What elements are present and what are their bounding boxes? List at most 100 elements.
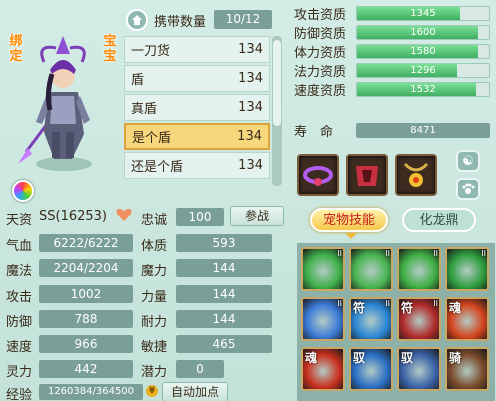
aptitude-bar: 1532 <box>356 81 490 97</box>
pet-figure-image <box>18 36 92 171</box>
aptitude-label: 速度资质 <box>294 83 347 99</box>
hp-label: 气血 <box>6 239 33 254</box>
lifespan-row: 寿 命 8471 <box>294 121 494 140</box>
pet-name: 真盾 <box>131 102 158 117</box>
pet-list: 一刀货 134 盾 134 真盾 134 是个盾 134 还是个盾 134 <box>124 36 270 181</box>
pet-level: 134 <box>238 100 263 115</box>
lifespan-value: 8471 <box>410 124 436 136</box>
tab-dragon-cauldron[interactable]: 化龙鼎 <box>402 208 476 232</box>
skill-glyph: 符 <box>353 301 366 315</box>
aptitude-value: 1345 <box>410 7 436 19</box>
aptitude-row: 速度资质 1532 <box>294 80 494 99</box>
exp-label: 经验 <box>6 388 33 401</box>
pet-list-item[interactable]: 盾 134 <box>124 65 270 92</box>
pet-skill-icon[interactable]: 驭 <box>397 347 441 391</box>
aptitude-value: 1600 <box>410 26 436 38</box>
skill-glyph: 魂 <box>449 301 462 315</box>
potential-value: 0 <box>176 360 224 378</box>
pet-skill-icon[interactable]: 驭 <box>349 347 393 391</box>
strength-value: 144 <box>176 285 272 303</box>
pet-skill-icon[interactable]: II <box>349 247 393 291</box>
endurance-label: 耐力 <box>141 315 168 330</box>
aptitude-row: 攻击资质 1345 <box>294 4 494 23</box>
home-icon[interactable] <box>126 9 148 31</box>
paw-icon[interactable] <box>456 178 480 200</box>
carry-count-label: 携带数量 <box>154 15 207 30</box>
pet-skill-icon[interactable]: 魂 <box>445 297 489 341</box>
loyalty-label: 忠诚 <box>141 213 168 228</box>
magic-label: 魔力 <box>141 264 168 279</box>
pet-skill-icon[interactable]: 骑 <box>445 347 489 391</box>
mp-label: 魔法 <box>6 264 33 279</box>
pet-level: 134 <box>238 71 263 86</box>
lifespan-bar: 8471 <box>356 122 490 138</box>
pet-skill-icon[interactable]: II <box>445 247 489 291</box>
pet-skill-icon[interactable]: 符 II <box>349 297 393 341</box>
loyalty-value: 100 <box>176 208 224 226</box>
aptitude-label: 攻击资质 <box>294 7 347 23</box>
color-palette-icon[interactable] <box>12 180 34 202</box>
pet-name: 一刀货 <box>131 44 171 59</box>
pet-skill-icon[interactable]: II <box>301 297 345 341</box>
skill-tier-mark: II <box>433 299 438 308</box>
equip-slot-amulet[interactable] <box>395 154 437 196</box>
tab-pointer <box>345 233 357 239</box>
skills-grid: II II II II II 符 II 符 II 魂魂驭驭骑 <box>297 243 495 401</box>
auto-add-points-button[interactable]: 自动加点 <box>162 382 228 401</box>
pet-portrait: 绑定 宝宝 <box>2 4 122 202</box>
agility-label: 敏捷 <box>141 340 168 355</box>
aptitude-label: 体力资质 <box>294 45 347 61</box>
endurance-value: 144 <box>176 310 272 328</box>
carry-count-value: 10/12 <box>214 10 272 29</box>
pet-list-item[interactable]: 是个盾 134 <box>124 123 270 150</box>
hp-value: 6222/6222 <box>39 234 133 252</box>
talent-value: SS(16253) <box>39 209 108 224</box>
strength-label: 力量 <box>141 290 168 305</box>
aptitude-panel: 攻击资质 1345 防御资质 1600 体力资质 1580 法力资质 1296 速度资质 1532 <box>294 4 494 99</box>
skill-tier-mark: II <box>385 299 390 308</box>
defense-value: 788 <box>39 310 133 328</box>
skill-tier-mark: II <box>481 249 486 258</box>
pet-list-item[interactable]: 真盾 134 <box>124 94 270 121</box>
skill-glyph: 魂 <box>305 351 318 365</box>
pet-skill-icon[interactable]: II <box>301 247 345 291</box>
pet-level: 134 <box>238 158 263 173</box>
agility-value: 465 <box>176 335 272 353</box>
pet-list-item[interactable]: 一刀货 134 <box>124 36 270 63</box>
equip-slot-armor[interactable] <box>346 154 388 196</box>
skill-glyph: 符 <box>401 301 414 315</box>
talent-label: 天资 <box>6 213 33 228</box>
pet-skill-icon[interactable]: II <box>397 247 441 291</box>
equip-slot-collar[interactable] <box>297 154 339 196</box>
skill-tier-mark: II <box>337 299 342 308</box>
constitution-label: 体质 <box>141 239 168 254</box>
attack-label: 攻击 <box>6 290 33 305</box>
speed-label: 速度 <box>6 340 33 355</box>
aptitude-bar: 1296 <box>356 62 490 78</box>
pet-name: 是个盾 <box>132 131 172 146</box>
pet-skill-icon[interactable]: 符 II <box>397 297 441 341</box>
pet-list-scrollbar[interactable] <box>272 36 282 186</box>
skill-glyph: 驭 <box>401 351 414 365</box>
yinyang-icon[interactable]: ☯ <box>456 150 480 172</box>
fight-button[interactable]: 参战 <box>230 206 284 226</box>
aptitude-bar: 1580 <box>356 43 490 59</box>
aptitude-value: 1532 <box>410 83 436 95</box>
mp-value: 2204/2204 <box>39 259 133 277</box>
pet-skill-icon[interactable]: 魂 <box>301 347 345 391</box>
pet-name: 还是个盾 <box>131 160 184 175</box>
pet-name: 盾 <box>131 73 145 88</box>
tab-pet-skills[interactable]: 宠物技能 <box>310 208 388 232</box>
pet-panel: 绑定 宝宝 携带数量 10/12 一刀货 134 盾 134 真盾 134 是个… <box>0 0 496 401</box>
skill-glyph: 骑 <box>449 351 462 365</box>
defense-label: 防御 <box>6 315 33 330</box>
attack-value: 1002 <box>39 285 133 303</box>
aptitude-value: 1296 <box>410 64 436 76</box>
aptitude-value: 1580 <box>410 45 436 57</box>
pet-list-item[interactable]: 还是个盾 134 <box>124 152 270 179</box>
aptitude-label: 防御资质 <box>294 26 347 42</box>
scroll-thumb[interactable] <box>273 40 281 126</box>
skill-tier-mark: II <box>337 249 342 258</box>
aptitude-label: 法力资质 <box>294 64 347 80</box>
lifespan-label: 寿 命 <box>294 124 334 140</box>
